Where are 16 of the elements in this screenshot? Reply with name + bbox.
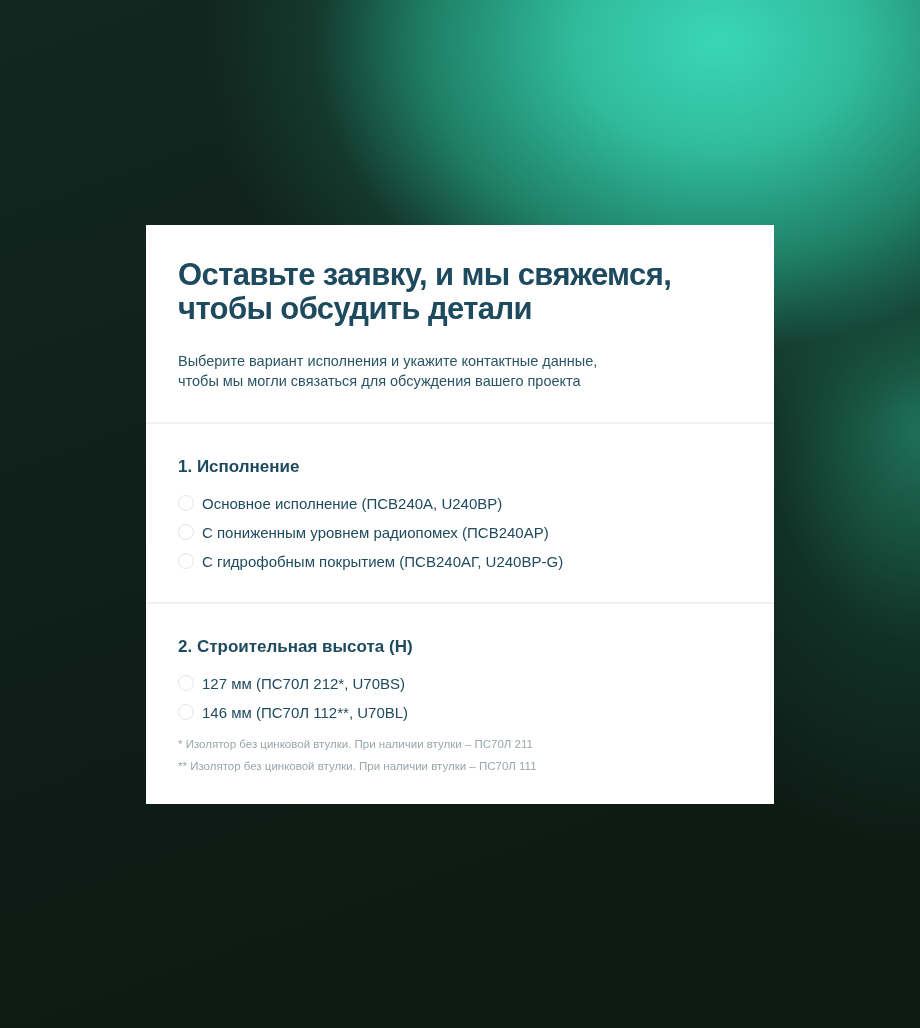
option-label[interactable]: С гидрофобным покрытием (ПСВ240АГ, U240BP-G)	[202, 552, 564, 570]
radio-button[interactable]	[178, 553, 194, 569]
form-title: Оставьте заявку, и мы свяжемся, чтобы обсудить детали	[178, 257, 673, 326]
option-label[interactable]: 146 мм (ПС70Л 112**, U70BL)	[202, 703, 409, 721]
option-label[interactable]: С пониженным уровнем радиопомех (ПСВ240АР)	[202, 523, 549, 541]
radio-button[interactable]	[178, 675, 194, 691]
form-subtitle: Выберите вариант исполнения и укажите контактные данные, чтобы мы могли связаться для обсуждения вашего проекта	[178, 351, 599, 391]
radio-button[interactable]	[178, 704, 194, 720]
section-heading: 2. Строительная высота (H)	[178, 635, 414, 658]
option-label[interactable]: Основное исполнение (ПСВ240А, U240BP)	[202, 494, 503, 512]
footnote: ** Изолятор без цинковой втулки. При наличии втулки – ПС70Л 111	[178, 758, 538, 774]
section-heading: 1. Исполнение	[178, 455, 301, 478]
footnote: * Изолятор без цинковой втулки. При наличии втулки – ПС70Л 211	[178, 736, 534, 752]
option-label[interactable]: 127 мм (ПС70Л 212*, U70BS)	[202, 674, 405, 692]
radio-button[interactable]	[178, 495, 194, 511]
radio-button[interactable]	[178, 524, 194, 540]
